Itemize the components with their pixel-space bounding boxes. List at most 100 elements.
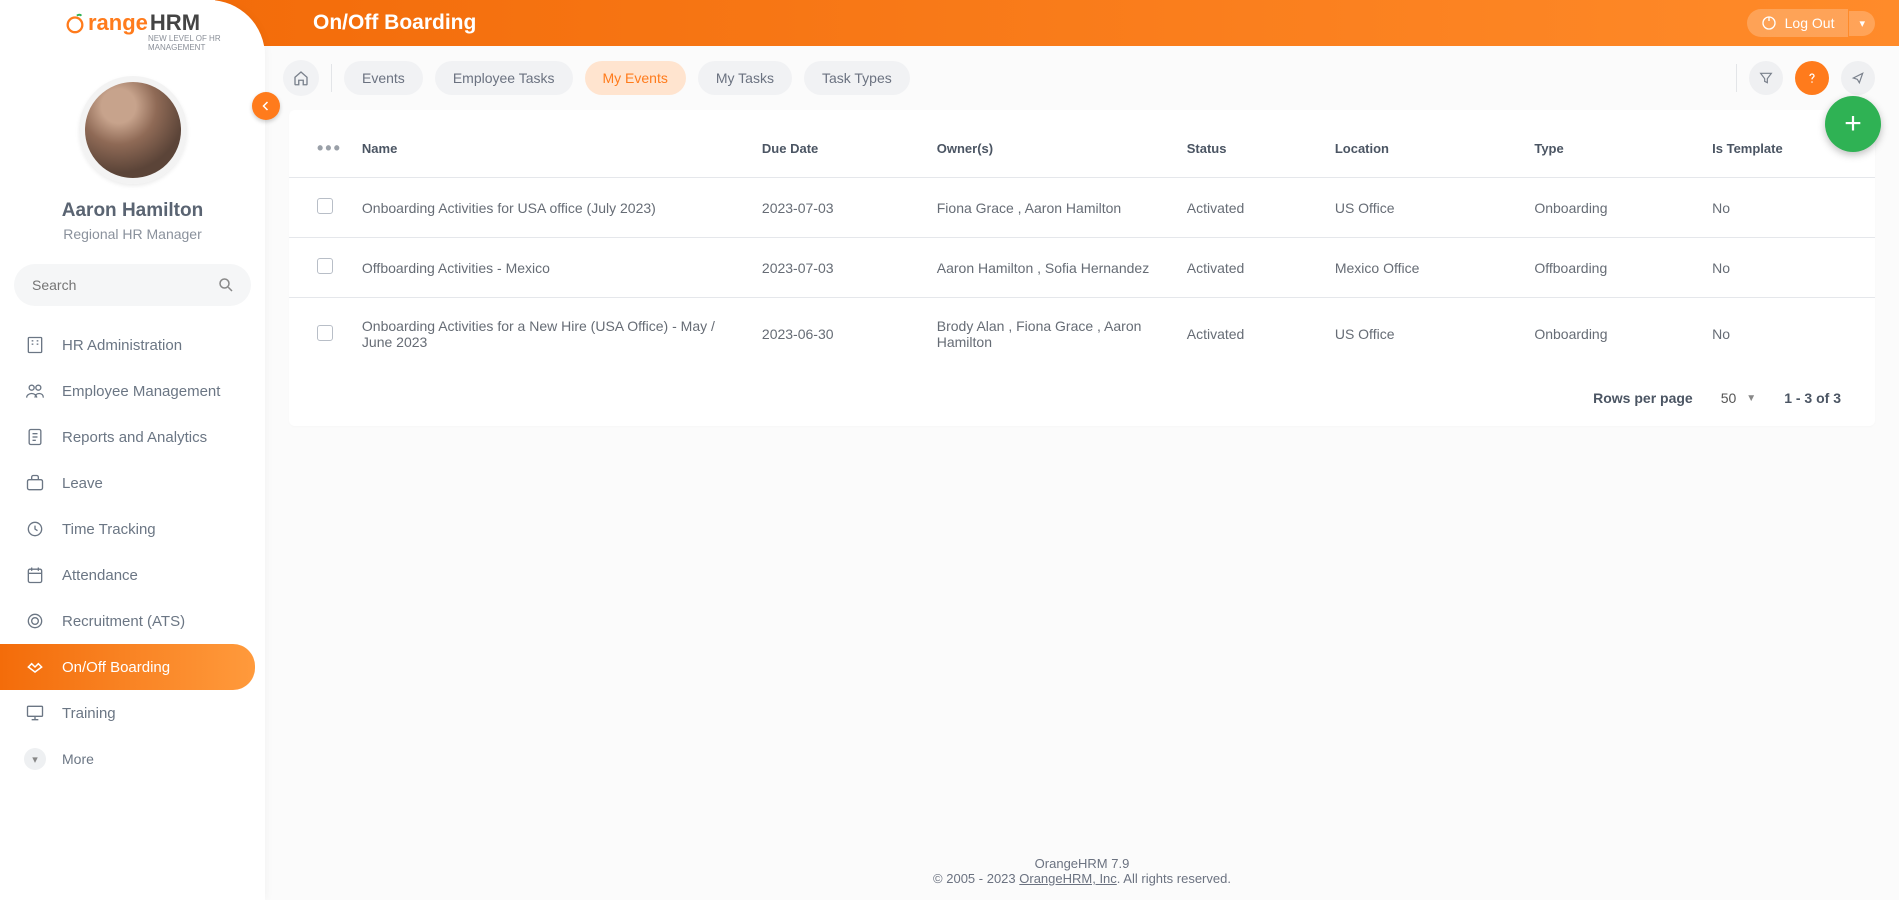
sidebar-nav: HR Administration Employee Management Re…	[0, 322, 265, 782]
sidebar-collapse-button[interactable]	[252, 92, 280, 120]
target-icon	[24, 610, 46, 632]
search-input[interactable]	[30, 276, 217, 294]
cell-location: US Office	[1325, 298, 1525, 371]
page-title: On/Off Boarding	[265, 11, 476, 35]
nav-label: Leave	[62, 475, 103, 492]
col-due[interactable]: Due Date	[752, 120, 927, 178]
logout-button[interactable]: Log Out	[1747, 9, 1849, 37]
training-icon	[24, 702, 46, 724]
calendar-icon	[24, 564, 46, 586]
share-icon	[1850, 70, 1866, 86]
nav-more[interactable]: ▾ More	[0, 736, 265, 782]
nav-leave[interactable]: Leave	[0, 460, 265, 506]
nav-label: HR Administration	[62, 337, 182, 354]
table-row[interactable]: Onboarding Activities for USA office (Ju…	[289, 178, 1875, 238]
nav-label: Training	[62, 705, 116, 722]
user-name: Aaron Hamilton	[0, 200, 265, 222]
col-location[interactable]: Location	[1325, 120, 1525, 178]
pagination: Rows per page 50 ▼ 1 - 3 of 3	[289, 370, 1875, 426]
building-icon	[24, 334, 46, 356]
add-button[interactable]: +	[1825, 96, 1881, 152]
col-type[interactable]: Type	[1524, 120, 1702, 178]
cell-status: Activated	[1177, 238, 1325, 298]
cell-name: Offboarding Activities - Mexico	[352, 238, 752, 298]
cell-name: Onboarding Activities for a New Hire (US…	[352, 298, 752, 371]
table-row[interactable]: Onboarding Activities for a New Hire (US…	[289, 298, 1875, 371]
events-table: ••• Name Due Date Owner(s) Status Locati…	[289, 120, 1875, 370]
rows-per-page-label: Rows per page	[1593, 390, 1693, 406]
filter-icon	[1758, 70, 1774, 86]
topbar: On/Off Boarding Log Out ▾	[215, 0, 1899, 46]
cell-status: Activated	[1177, 178, 1325, 238]
help-button[interactable]	[1795, 61, 1829, 95]
cell-owners: Aaron Hamilton , Sofia Hernandez	[927, 238, 1177, 298]
chevron-left-icon	[260, 100, 272, 112]
brand-tagline: NEW LEVEL OF HR MANAGEMENT	[64, 34, 265, 52]
nav-time-tracking[interactable]: Time Tracking	[0, 506, 265, 552]
row-checkbox[interactable]	[317, 198, 333, 214]
briefcase-icon	[24, 472, 46, 494]
row-actions-header[interactable]: •••	[317, 138, 342, 158]
cell-name: Onboarding Activities for USA office (Ju…	[352, 178, 752, 238]
cell-template: No	[1702, 178, 1875, 238]
footer-version: OrangeHRM 7.9	[265, 856, 1899, 871]
avatar[interactable]	[79, 76, 187, 184]
tab-my-tasks[interactable]: My Tasks	[698, 61, 792, 95]
brand-logo: rangeHRM NEW LEVEL OF HR MANAGEMENT	[0, 0, 265, 52]
logout-label: Log Out	[1785, 15, 1835, 31]
main: On/Off Boarding Log Out ▾ Events Employe…	[265, 0, 1899, 900]
nav-label: Reports and Analytics	[62, 429, 207, 446]
rows-per-page-select[interactable]: 50 ▼	[1721, 390, 1756, 406]
clock-icon	[24, 518, 46, 540]
cell-due: 2023-07-03	[752, 178, 927, 238]
plus-icon: +	[1844, 107, 1862, 141]
chevron-down-icon: ▾	[24, 748, 46, 770]
cell-owners: Brody Alan , Fiona Grace , Aaron Hamilto…	[927, 298, 1177, 371]
nav-label: More	[62, 751, 94, 767]
nav-attendance[interactable]: Attendance	[0, 552, 265, 598]
sidebar-search[interactable]	[14, 264, 251, 306]
cell-owners: Fiona Grace , Aaron Hamilton	[927, 178, 1177, 238]
col-name[interactable]: Name	[352, 120, 752, 178]
tab-task-types[interactable]: Task Types	[804, 61, 910, 95]
footer-copy-a: © 2005 - 2023	[933, 871, 1019, 886]
divider	[1736, 64, 1737, 92]
cell-location: Mexico Office	[1325, 238, 1525, 298]
row-checkbox[interactable]	[317, 325, 333, 341]
tab-events[interactable]: Events	[344, 61, 423, 95]
row-checkbox[interactable]	[317, 258, 333, 274]
cell-due: 2023-07-03	[752, 238, 927, 298]
col-status[interactable]: Status	[1177, 120, 1325, 178]
cell-type: Onboarding	[1524, 178, 1702, 238]
nav-recruitment[interactable]: Recruitment (ATS)	[0, 598, 265, 644]
footer-link[interactable]: OrangeHRM, Inc	[1019, 871, 1117, 886]
tab-my-events[interactable]: My Events	[585, 61, 686, 95]
cell-type: Onboarding	[1524, 298, 1702, 371]
nav-label: On/Off Boarding	[62, 659, 170, 676]
cell-template: No	[1702, 298, 1875, 371]
nav-employee-management[interactable]: Employee Management	[0, 368, 265, 414]
table-row[interactable]: Offboarding Activities - Mexico 2023-07-…	[289, 238, 1875, 298]
help-icon	[1804, 70, 1820, 86]
events-card: + ••• Name Due Date Owner(s) Status Loca…	[289, 110, 1875, 426]
nav-onoff-boarding[interactable]: On/Off Boarding	[0, 644, 255, 690]
handshake-icon	[24, 656, 46, 678]
col-owners[interactable]: Owner(s)	[927, 120, 1177, 178]
nav-label: Attendance	[62, 567, 138, 584]
nav-training[interactable]: Training	[0, 690, 265, 736]
filter-button[interactable]	[1749, 61, 1783, 95]
report-icon	[24, 426, 46, 448]
sidebar: rangeHRM NEW LEVEL OF HR MANAGEMENT Aaro…	[0, 0, 265, 900]
logout-icon	[1761, 15, 1777, 31]
share-button[interactable]	[1841, 61, 1875, 95]
nav-label: Recruitment (ATS)	[62, 613, 185, 630]
home-button[interactable]	[283, 60, 319, 96]
nav-label: Employee Management	[62, 383, 220, 400]
page-range: 1 - 3 of 3	[1784, 390, 1841, 406]
tab-employee-tasks[interactable]: Employee Tasks	[435, 61, 573, 95]
nav-reports[interactable]: Reports and Analytics	[0, 414, 265, 460]
cell-type: Offboarding	[1524, 238, 1702, 298]
nav-hr-administration[interactable]: HR Administration	[0, 322, 265, 368]
logout-dropdown[interactable]: ▾	[1849, 11, 1875, 36]
divider	[331, 64, 332, 92]
